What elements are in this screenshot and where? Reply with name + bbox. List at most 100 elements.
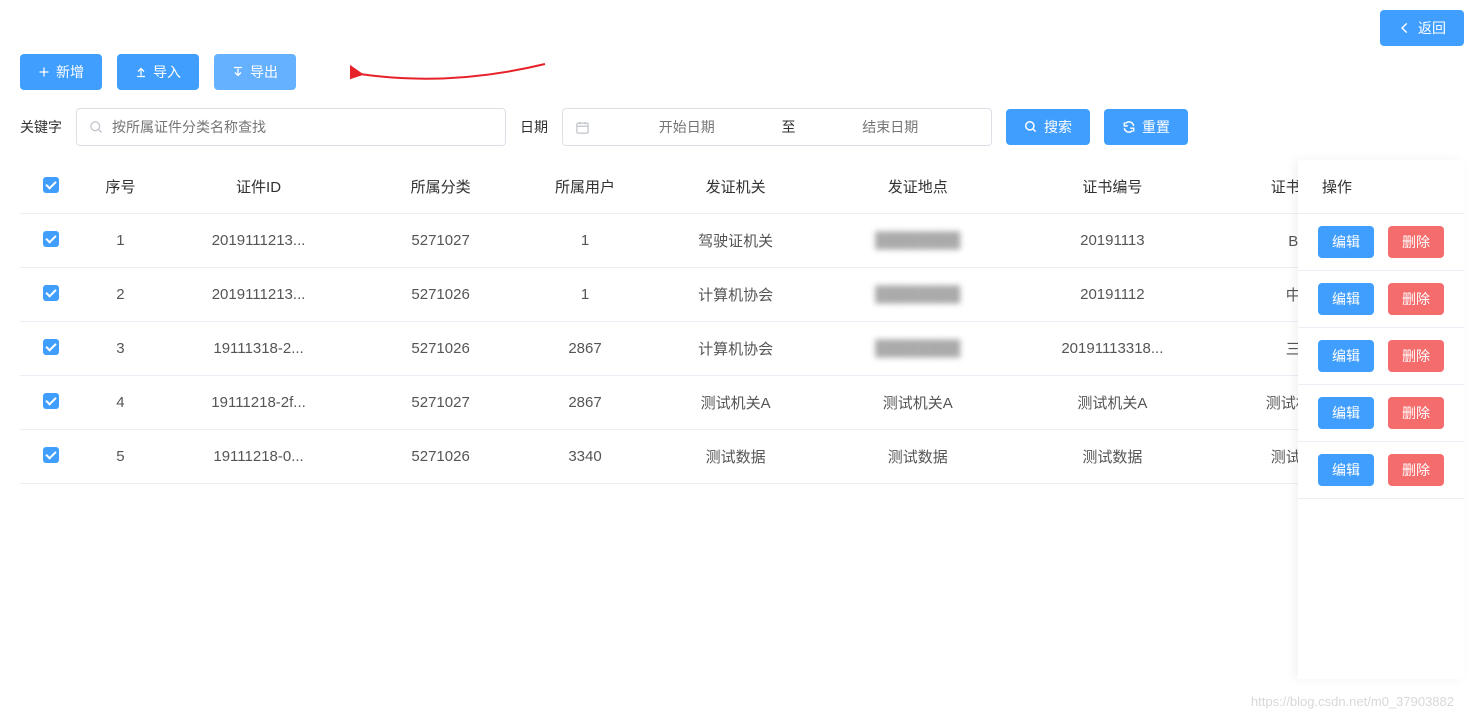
keyword-input-wrap[interactable] bbox=[76, 108, 506, 146]
back-button[interactable]: 返回 bbox=[1380, 10, 1464, 46]
action-row: 编辑删除 bbox=[1298, 442, 1464, 499]
end-date-input[interactable] bbox=[802, 119, 980, 135]
cell-cert-id: 19111218-2f... bbox=[158, 376, 359, 430]
search-icon bbox=[89, 120, 104, 135]
edit-button[interactable]: 编辑 bbox=[1318, 454, 1374, 486]
table-header-row: 序号 证件ID 所属分类 所属用户 发证机关 发证地点 证书编号 证书等级 发证 bbox=[20, 160, 1464, 214]
row-checkbox[interactable] bbox=[43, 231, 59, 247]
plus-icon bbox=[38, 66, 50, 78]
cell-cert-id: 19111218-0... bbox=[158, 430, 359, 484]
select-all-checkbox[interactable] bbox=[43, 177, 59, 193]
delete-button[interactable]: 删除 bbox=[1388, 283, 1444, 315]
import-button[interactable]: 导入 bbox=[117, 54, 199, 90]
col-seq: 序号 bbox=[83, 160, 158, 214]
action-row: 编辑删除 bbox=[1298, 214, 1464, 271]
action-row: 编辑删除 bbox=[1298, 328, 1464, 385]
cell-cert-no: 20191113 bbox=[1012, 214, 1213, 268]
export-button-label: 导出 bbox=[250, 62, 278, 82]
cell-cert-no: 20191112 bbox=[1012, 268, 1213, 322]
date-label: 日期 bbox=[520, 117, 548, 137]
cell-org: 驾驶证机关 bbox=[648, 214, 824, 268]
add-button[interactable]: 新增 bbox=[20, 54, 102, 90]
delete-button[interactable]: 删除 bbox=[1388, 454, 1444, 486]
row-checkbox[interactable] bbox=[43, 447, 59, 463]
cell-cert-no: 20191113318... bbox=[1012, 322, 1213, 376]
watermark: https://blog.csdn.net/m0_37903882 bbox=[1251, 694, 1454, 709]
cell-user: 3340 bbox=[522, 430, 648, 484]
search-button-label: 搜索 bbox=[1044, 117, 1072, 137]
table-row: 12019111213...52710271驾驶证机关████████20191… bbox=[20, 214, 1464, 268]
cell-category: 5271027 bbox=[359, 214, 522, 268]
back-button-label: 返回 bbox=[1418, 18, 1446, 38]
action-row: 编辑删除 bbox=[1298, 385, 1464, 442]
cell-org: 计算机协会 bbox=[648, 268, 824, 322]
reset-button[interactable]: 重置 bbox=[1104, 109, 1188, 145]
cell-place-obscured: ████████ bbox=[875, 286, 960, 303]
col-actions: 操作 bbox=[1298, 160, 1464, 214]
cell-cert-no: 测试机关A bbox=[1012, 376, 1213, 430]
cell-user: 2867 bbox=[522, 322, 648, 376]
col-cert-id: 证件ID bbox=[158, 160, 359, 214]
cell-cert-id: 19111318-2... bbox=[158, 322, 359, 376]
import-button-label: 导入 bbox=[153, 62, 181, 82]
cell-cert-id: 2019111213... bbox=[158, 214, 359, 268]
cell-org: 测试数据 bbox=[648, 430, 824, 484]
cell-org: 计算机协会 bbox=[648, 322, 824, 376]
cell-place: 测试数据 bbox=[824, 430, 1012, 484]
cell-seq: 4 bbox=[83, 376, 158, 430]
delete-button[interactable]: 删除 bbox=[1388, 340, 1444, 372]
col-place: 发证地点 bbox=[824, 160, 1012, 214]
edit-button[interactable]: 编辑 bbox=[1318, 397, 1374, 429]
date-range-input[interactable]: 至 bbox=[562, 108, 992, 146]
cell-seq: 5 bbox=[83, 430, 158, 484]
col-cert-no: 证书编号 bbox=[1012, 160, 1213, 214]
delete-button[interactable]: 删除 bbox=[1388, 226, 1444, 258]
action-panel: 操作 编辑删除编辑删除编辑删除编辑删除编辑删除 https://blog.csd… bbox=[1298, 160, 1464, 679]
cell-seq: 2 bbox=[83, 268, 158, 322]
cell-place: ████████ bbox=[824, 214, 1012, 268]
cell-place: ████████ bbox=[824, 268, 1012, 322]
edit-button[interactable]: 编辑 bbox=[1318, 340, 1374, 372]
action-row: 编辑删除 bbox=[1298, 271, 1464, 328]
date-separator: 至 bbox=[782, 117, 796, 137]
arrow-left-icon bbox=[1398, 21, 1412, 35]
cell-category: 5271026 bbox=[359, 430, 522, 484]
cell-user: 1 bbox=[522, 214, 648, 268]
cell-seq: 1 bbox=[83, 214, 158, 268]
download-icon bbox=[232, 66, 244, 78]
row-checkbox[interactable] bbox=[43, 393, 59, 409]
row-checkbox[interactable] bbox=[43, 339, 59, 355]
keyword-input[interactable] bbox=[112, 119, 493, 135]
data-table: 序号 证件ID 所属分类 所属用户 发证机关 发证地点 证书编号 证书等级 发证… bbox=[20, 160, 1464, 484]
refresh-icon bbox=[1122, 120, 1136, 134]
search-button[interactable]: 搜索 bbox=[1006, 109, 1090, 145]
cell-user: 2867 bbox=[522, 376, 648, 430]
cell-category: 5271026 bbox=[359, 268, 522, 322]
cell-category: 5271027 bbox=[359, 376, 522, 430]
delete-button[interactable]: 删除 bbox=[1388, 397, 1444, 429]
row-checkbox[interactable] bbox=[43, 285, 59, 301]
table-row: 519111218-0...52710263340测试数据测试数据测试数据测试数… bbox=[20, 430, 1464, 484]
edit-button[interactable]: 编辑 bbox=[1318, 226, 1374, 258]
table-row: 319111318-2...52710262867计算机协会 ████████ 20… bbox=[20, 322, 1464, 376]
upload-icon bbox=[135, 66, 147, 78]
col-category: 所属分类 bbox=[359, 160, 522, 214]
cell-place: ████████ bbox=[824, 322, 1012, 376]
edit-button[interactable]: 编辑 bbox=[1318, 283, 1374, 315]
add-button-label: 新增 bbox=[56, 62, 84, 82]
cell-cert-id: 2019111213... bbox=[158, 268, 359, 322]
cell-place-obscured: ████████ bbox=[875, 340, 960, 357]
reset-button-label: 重置 bbox=[1142, 117, 1170, 137]
search-icon bbox=[1024, 120, 1038, 134]
cell-place: 测试机关A bbox=[824, 376, 1012, 430]
col-user: 所属用户 bbox=[522, 160, 648, 214]
table-row: 22019111213...52710261计算机协会 ████████ 20191… bbox=[20, 268, 1464, 322]
cell-place-obscured: ████████ bbox=[875, 232, 960, 249]
col-org: 发证机关 bbox=[648, 160, 824, 214]
export-button[interactable]: 导出 bbox=[214, 54, 296, 90]
cell-seq: 3 bbox=[83, 322, 158, 376]
start-date-input[interactable] bbox=[598, 119, 776, 135]
table-row: 419111218-2f...52710272867测试机关A测试机关A测试机关… bbox=[20, 376, 1464, 430]
cell-user: 1 bbox=[522, 268, 648, 322]
cell-category: 5271026 bbox=[359, 322, 522, 376]
